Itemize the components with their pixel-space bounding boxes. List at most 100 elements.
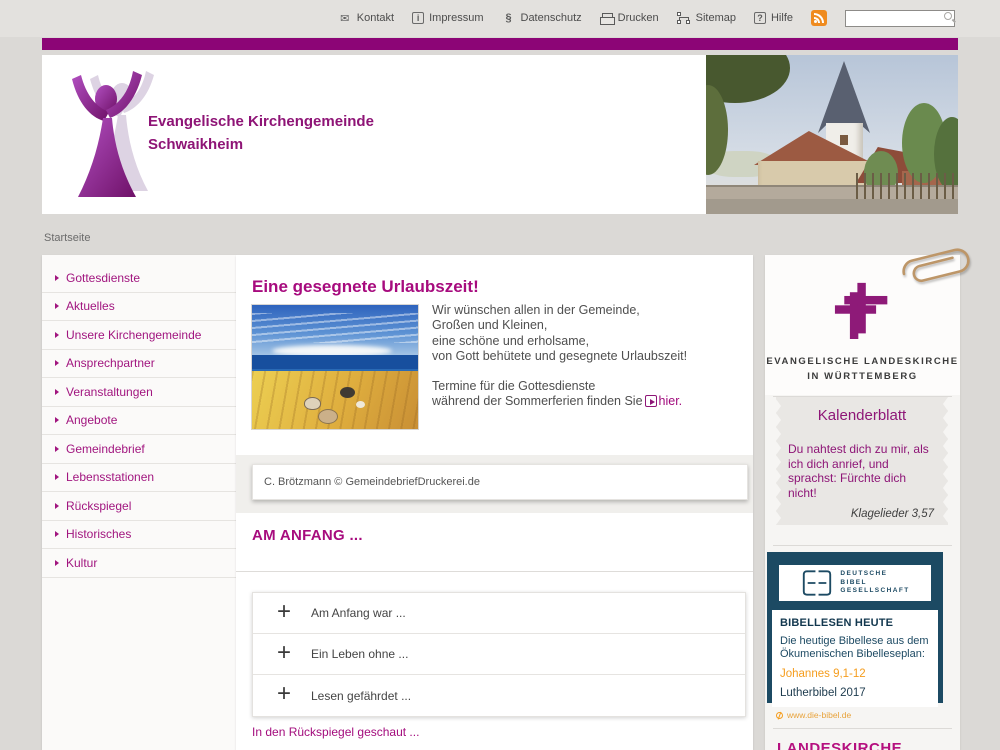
accent-bar: [42, 38, 958, 50]
article-line: eine schöne und erholsame,: [432, 334, 732, 349]
link-impressum[interactable]: i Impressum: [412, 12, 483, 24]
info-icon: i: [412, 12, 424, 24]
divider: [773, 728, 952, 729]
bibel-url-bar[interactable]: www.die-bibel.de: [772, 707, 938, 723]
paperclip-icon: [893, 243, 979, 289]
search-icon[interactable]: [944, 12, 952, 20]
sidebar-item-label: Historisches: [66, 527, 131, 541]
section-title: AM ANFANG ...: [252, 527, 363, 544]
landeskirche-line2: In Württemberg: [765, 369, 960, 384]
section-divider: [236, 571, 753, 572]
sidebar-item-label: Aktuelles: [66, 299, 115, 313]
page: ✉ Kontakt i Impressum § Datenschutz Druc…: [0, 0, 1000, 750]
triangle-bullet-icon: [55, 503, 59, 509]
sidebar-item-historisches[interactable]: Historisches: [42, 521, 237, 550]
triangle-bullet-icon: [55, 417, 59, 423]
sidebar-item-label: Ansprechpartner: [66, 356, 155, 370]
landeskirche-heading: LANDESKIRCHE: [777, 740, 902, 750]
sidebar-item-aktuelles[interactable]: Aktuelles: [42, 293, 237, 322]
breadcrumb: Startseite: [44, 232, 90, 244]
sidebar-item-rueckspiegel[interactable]: Rückspiegel: [42, 492, 237, 521]
bibel-heading: BIBELLESEN HEUTE: [780, 617, 930, 629]
sidebar-item-lebensstationen[interactable]: Lebensstationen: [42, 464, 237, 493]
play-arrow-icon[interactable]: [645, 395, 657, 407]
header-church-photo: [706, 55, 958, 214]
divider: [773, 545, 952, 546]
triangle-bullet-icon: [55, 389, 59, 395]
sidebar-item-label: Rückspiegel: [66, 499, 131, 513]
sidebar-item-gemeindebrief[interactable]: Gemeindebrief: [42, 435, 237, 464]
right-sidebar: Evangelische Landeskirche In Württemberg…: [765, 255, 960, 750]
article-line: während der Sommerferien finden Siehier.: [432, 394, 732, 409]
site-title-line2: Schwaikheim: [148, 133, 374, 156]
main-content: Eine gesegnete Urlaubszeit! Wir wünschen…: [236, 255, 753, 750]
landeskirche-line1: Evangelische Landeskirche: [765, 354, 960, 369]
accordion-label: Lesen gefährdet ...: [311, 689, 411, 703]
mail-icon: ✉: [338, 12, 352, 24]
link-hilfe[interactable]: ? Hilfe: [754, 12, 793, 24]
article-line: Großen und Kleinen,: [432, 318, 732, 333]
divider: [773, 396, 952, 397]
accordion-item-lesen[interactable]: + Lesen gefährdet ...: [253, 675, 745, 716]
link-sitemap-label: Sitemap: [696, 12, 736, 24]
triangle-bullet-icon: [55, 474, 59, 480]
bibel-body: BIBELLESEN HEUTE Die heutige Bibellese a…: [772, 610, 938, 707]
rss-icon[interactable]: [811, 10, 827, 26]
link-drucken-label: Drucken: [618, 12, 659, 24]
link-drucken[interactable]: Drucken: [600, 12, 659, 24]
hier-link[interactable]: hier.: [659, 394, 683, 408]
sidebar-item-veranstaltungen[interactable]: Veranstaltungen: [42, 378, 237, 407]
image-caption: C. Brötzmann © GemeindebriefDruckerei.de: [252, 464, 748, 500]
sidebar-item-label: Lebensstationen: [66, 470, 154, 484]
link-hilfe-label: Hilfe: [771, 12, 793, 24]
sidebar-item-ansprechpartner[interactable]: Ansprechpartner: [42, 350, 237, 379]
accordion-item-ein-leben[interactable]: + Ein Leben ohne ...: [253, 634, 745, 675]
link-kontakt[interactable]: ✉ Kontakt: [338, 12, 394, 24]
link-datenschutz[interactable]: § Datenschutz: [502, 12, 582, 24]
sidebar-item-unsere-kirchengemeinde[interactable]: Unsere Kirchengemeinde: [42, 321, 237, 350]
sidebar-item-label: Gottesdienste: [66, 271, 140, 285]
sidebar-item-gottesdienste[interactable]: Gottesdienste: [42, 264, 237, 293]
sidebar-item-kultur[interactable]: Kultur: [42, 549, 237, 578]
sidebar-nav: Gottesdienste Aktuelles Unsere Kirchenge…: [42, 255, 237, 750]
bibel-edition: Lutherbibel 2017: [780, 687, 930, 699]
accordion-label: Ein Leben ohne ...: [311, 647, 408, 661]
accordion-label: Am Anfang war ...: [311, 606, 406, 620]
link-kontakt-label: Kontakt: [357, 12, 394, 24]
rueckspiegel-link[interactable]: In den Rückspiegel geschaut ...: [252, 725, 419, 739]
article-text: Wir wünschen allen in der Gemeinde, Groß…: [432, 303, 732, 409]
link-datenschutz-label: Datenschutz: [521, 12, 582, 24]
sidebar-item-label: Veranstaltungen: [66, 385, 153, 399]
kalenderblatt-card: Kalenderblatt Du nahtest dich zu mir, al…: [776, 397, 948, 525]
bibel-text: Die heutige Bibellese aus dem Ökumenisch…: [780, 635, 930, 661]
kalenderblatt-source: Klagelieder 3,57: [776, 508, 934, 520]
help-icon: ?: [754, 12, 766, 24]
site-title: Evangelische Kirchengemeinde Schwaikheim: [148, 110, 374, 156]
sitemap-icon: [677, 12, 691, 24]
search-box: [845, 9, 955, 28]
link-sitemap[interactable]: Sitemap: [677, 12, 736, 24]
bibel-widget[interactable]: DEUTSCHE BIBEL GESELLSCHAFT BIBELLESEN H…: [767, 552, 943, 703]
search-input[interactable]: [845, 10, 955, 27]
header: Evangelische Kirchengemeinde Schwaikheim: [42, 55, 958, 214]
plus-icon: +: [277, 639, 311, 667]
plus-icon: +: [277, 680, 311, 708]
sidebar-item-label: Kultur: [66, 556, 97, 570]
top-utility-bar: ✉ Kontakt i Impressum § Datenschutz Druc…: [0, 0, 1000, 36]
triangle-bullet-icon: [55, 332, 59, 338]
accordion: + Am Anfang war ... + Ein Leben ohne ...…: [252, 592, 746, 717]
sidebar-item-angebote[interactable]: Angebote: [42, 407, 237, 436]
globe-icon: [776, 712, 783, 719]
sidebar-item-label: Gemeindebrief: [66, 442, 145, 456]
triangle-bullet-icon: [55, 560, 59, 566]
bibel-reference-link[interactable]: Johannes 9,1-12: [780, 668, 930, 680]
triangle-bullet-icon: [55, 303, 59, 309]
printer-icon: [600, 13, 613, 24]
dbg-logo: DEUTSCHE BIBEL GESELLSCHAFT: [779, 565, 931, 601]
accordion-item-am-anfang[interactable]: + Am Anfang war ...: [253, 593, 745, 634]
kalenderblatt-title: Kalenderblatt: [776, 407, 948, 424]
site-title-line1: Evangelische Kirchengemeinde: [148, 110, 374, 133]
triangle-bullet-icon: [55, 446, 59, 452]
bibel-url-text: www.die-bibel.de: [787, 710, 851, 720]
landeskirche-logo-text: Evangelische Landeskirche In Württemberg: [765, 354, 960, 384]
